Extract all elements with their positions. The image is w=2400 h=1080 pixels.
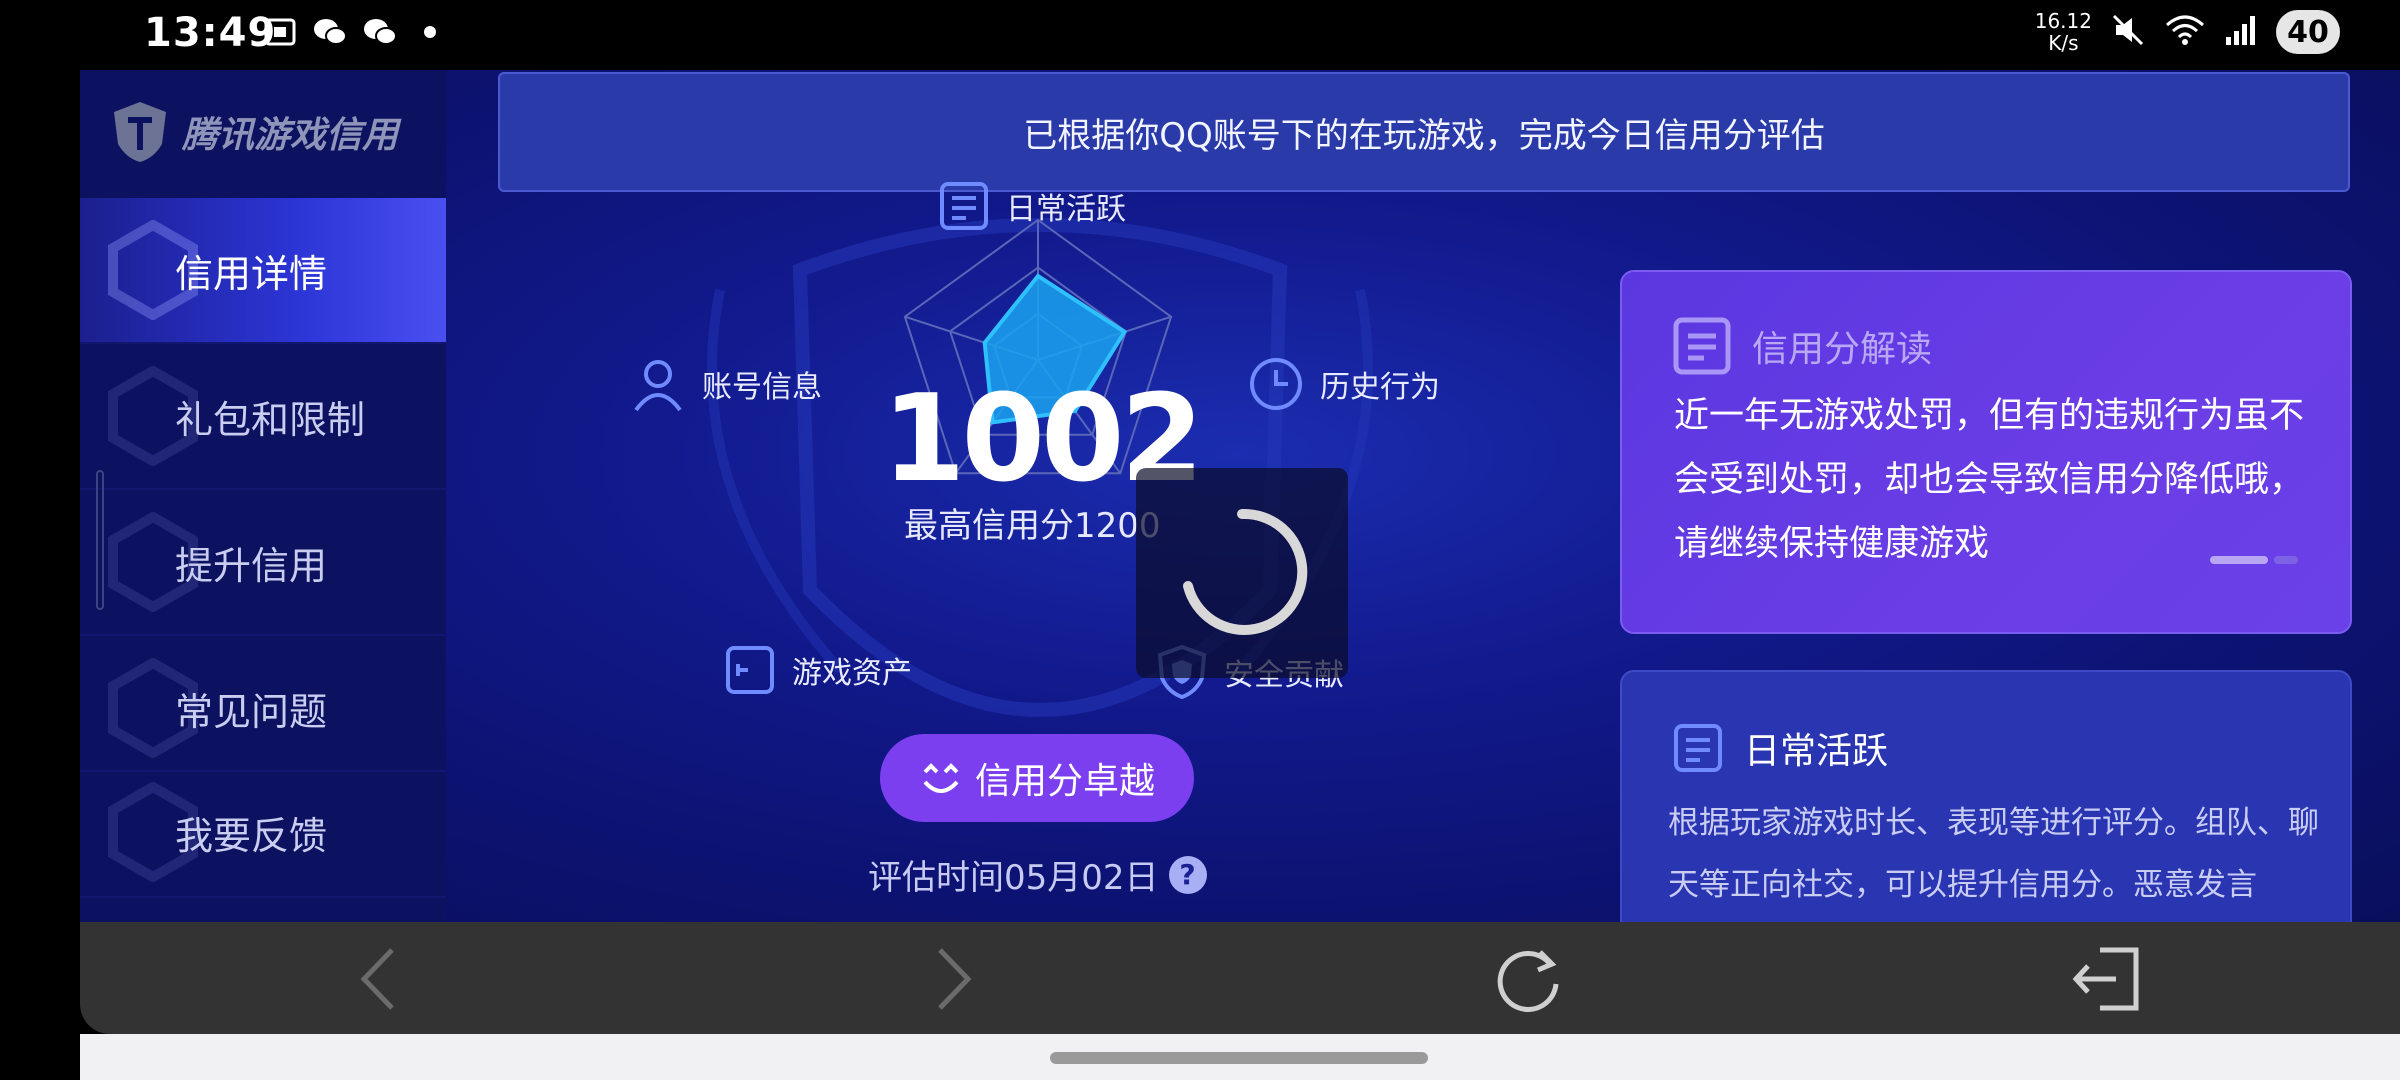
radar-label-text: 日常活跃 (1006, 192, 1126, 227)
card-title-text: 日常活跃 (1744, 731, 1889, 772)
network-speed: 16.12 K/s (2034, 9, 2092, 55)
sidebar-item-feedback[interactable]: 我要反馈 (80, 760, 446, 904)
exit-button[interactable] (2070, 944, 2140, 1014)
card-title: 信用分解读 (1672, 316, 1932, 376)
evaluation-time: 评估时间05月02日 ? (868, 850, 1207, 899)
credit-interpretation-card: 信用分解读 近一年无游戏处罚，但有的违规行为虽不会受到处罚，却也会导致信用分降低… (1620, 270, 2352, 634)
loading-spinner (1136, 468, 1348, 678)
status-time: 13:49 (144, 10, 277, 56)
daily-active-card: 日常活跃 根据玩家游戏时长、表现等进行评分。组队、聊天等正向社交，可以提升信用分… (1620, 670, 2352, 922)
radar-label-daily-active: 日常活跃 (938, 180, 1126, 232)
wechat-icon (312, 14, 348, 50)
document-icon (1674, 724, 1722, 772)
sidebar-item-label: 信用详情 (175, 251, 328, 296)
dot-active (2210, 556, 2268, 564)
radar-label-text: 账号信息 (702, 370, 822, 405)
logo-text: 腾讯游戏信用 (182, 115, 399, 156)
dot-icon (412, 14, 448, 50)
radar-label-game-assets: 游戏资产 (724, 644, 912, 696)
document-icon (1673, 317, 1731, 375)
wifi-icon (2164, 13, 2206, 51)
sidebar-item-gifts-restrictions[interactable]: 礼包和限制 (80, 344, 446, 488)
sidebar-item-faq[interactable]: 常见问题 (80, 636, 446, 780)
credit-excellent-button[interactable]: 信用分卓越 (880, 734, 1194, 822)
evaluation-time-text: 评估时间05月02日 (868, 858, 1159, 898)
dot (2274, 556, 2298, 564)
user-icon (634, 360, 682, 412)
back-icon (360, 948, 394, 1010)
battery-indicator: 40 (2276, 10, 2340, 54)
card-title-text: 信用分解读 (1752, 329, 1933, 370)
scrollbar[interactable] (96, 470, 104, 610)
document-icon (940, 182, 988, 230)
status-bar: 13:49 16.12 K/s 40 (0, 0, 2400, 70)
evaluation-banner: 已根据你QQ账号下的在玩游戏，完成今日信用分评估 (498, 72, 2350, 192)
smile-icon (923, 763, 959, 793)
radar-label-text: 游戏资产 (792, 656, 912, 691)
left-bezel (0, 70, 80, 1080)
sidebar-item-label: 礼包和限制 (175, 397, 366, 442)
logo: 腾讯游戏信用 (110, 100, 398, 164)
radar-label-history: 历史行为 (1248, 356, 1440, 412)
system-status: 16.12 K/s 40 (2035, 10, 2340, 54)
notification-icons (262, 14, 448, 50)
max-score-label: 最高信用分1200 (904, 506, 1161, 546)
refresh-icon (1497, 950, 1559, 1012)
exit-icon (2072, 947, 2139, 1011)
wallet-icon (726, 646, 774, 694)
forward-button[interactable] (920, 944, 990, 1014)
signal-icon (2224, 13, 2258, 51)
refresh-button[interactable] (1494, 944, 1564, 1014)
forward-icon (938, 948, 972, 1010)
gesture-handle[interactable] (1050, 1052, 1428, 1064)
shield-logo-icon (114, 102, 166, 162)
sidebar: 腾讯游戏信用 信用详情 礼包和限制 提升信用 常见问题 我要反馈 (80, 70, 446, 922)
sidebar-item-label: 我要反馈 (175, 813, 328, 858)
mute-icon (2110, 12, 2146, 52)
card-body: 近一年无游戏处罚，但有的违规行为虽不会受到处罚，却也会导致信用分降低哦，请继续保… (1674, 396, 2305, 564)
card-body: 根据玩家游戏时长、表现等进行评分。组队、聊天等正向社交，可以提升信用分。恶意发言 (1668, 805, 2319, 903)
sidebar-item-improve-credit[interactable]: 提升信用 (80, 490, 446, 634)
sidebar-item-credit-details[interactable]: 信用详情 (80, 198, 446, 342)
app-window: 腾讯游戏信用 信用详情 礼包和限制 提升信用 常见问题 我要反馈 已根据你QQ账… (80, 70, 2400, 922)
sidebar-item-label: 提升信用 (175, 543, 328, 588)
help-icon[interactable]: ? (1168, 855, 1207, 894)
screenshot-icon (262, 14, 298, 50)
radar-label-account-info: 账号信息 (630, 356, 822, 412)
card-title: 日常活跃 (1672, 722, 1888, 774)
browser-toolbar (80, 922, 2400, 1034)
back-button[interactable] (342, 944, 412, 1014)
pagination-dots (2210, 556, 2298, 564)
clock-icon (1250, 358, 1302, 410)
divider (80, 896, 446, 898)
wechat-icon (362, 14, 398, 50)
spinner-icon (1183, 508, 1308, 635)
radar-label-text: 历史行为 (1320, 370, 1440, 405)
sidebar-item-label: 常见问题 (175, 689, 328, 734)
button-label: 信用分卓越 (974, 761, 1155, 802)
